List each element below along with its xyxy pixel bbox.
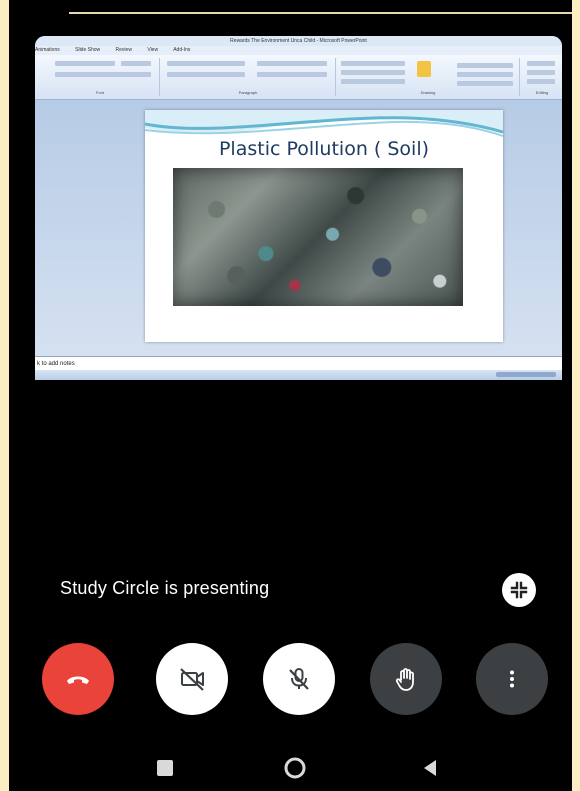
minimize-button[interactable] xyxy=(502,573,536,607)
nav-home-circle-icon xyxy=(284,757,306,779)
more-options-button[interactable] xyxy=(476,643,548,715)
ppt-notes-pane: k to add notes xyxy=(35,356,562,370)
camera-off-icon xyxy=(180,668,204,691)
mic-off-icon xyxy=(289,668,309,690)
presenter-status: Study Circle is presenting xyxy=(60,578,270,598)
ppt-menu-tab: View xyxy=(147,47,159,53)
ppt-status-bar xyxy=(35,370,562,380)
raise-hand-icon xyxy=(395,668,414,691)
home-button[interactable] xyxy=(282,755,308,781)
ribbon-group-label: Drawing xyxy=(420,90,436,95)
ppt-menu-tab: Animations xyxy=(35,47,60,53)
ribbon-group-label: Editing xyxy=(535,90,549,95)
end-call-button[interactable] xyxy=(42,643,114,715)
ppt-menu-tab: Slide Show xyxy=(75,47,101,53)
phone-hangup-icon xyxy=(67,676,89,684)
recents-button[interactable] xyxy=(152,755,178,781)
ppt-menu-tab: Add-Ins xyxy=(173,47,191,53)
slide-title: Plastic Pollution ( Soil) xyxy=(218,138,430,160)
call-controls xyxy=(9,643,572,717)
ribbon-group-font: Font xyxy=(41,58,160,96)
ppt-menu-tab: Review xyxy=(115,47,132,53)
phone-screen: Rewards The Environment Unca Child - Mic… xyxy=(9,0,572,791)
ppt-menu-bar: Animations Slide Show Review View Add-In… xyxy=(35,46,562,55)
nav-back-triangle-icon xyxy=(424,760,436,776)
ribbon-group-label: Paragraph xyxy=(238,90,258,95)
raise-hand-button[interactable] xyxy=(370,643,442,715)
more-vertical-icon xyxy=(510,670,514,688)
camera-toggle-button[interactable] xyxy=(156,643,228,715)
shared-powerpoint-screen: Rewards The Environment Unca Child - Mic… xyxy=(35,36,562,380)
ppt-ribbon: Font Paragraph Drawing Editing xyxy=(35,55,562,100)
ribbon-group-paragraph: Paragraph xyxy=(161,58,336,96)
ppt-window-title: Rewards The Environment Unca Child - Mic… xyxy=(35,36,562,46)
presentation-panel: Rewards The Environment Unca Child - Mic… xyxy=(35,36,562,620)
minimize-screen-icon xyxy=(510,581,528,599)
ppt-slide-area: Plastic Pollution ( Soil) xyxy=(35,100,562,356)
ribbon-group-label: Font xyxy=(95,90,104,95)
ribbon-group-drawing: Drawing xyxy=(337,58,520,96)
soil-pollution-photo xyxy=(173,168,463,306)
android-nav-bar xyxy=(9,745,572,791)
top-edge xyxy=(69,0,572,14)
mic-toggle-button[interactable] xyxy=(263,643,335,715)
nav-square-icon xyxy=(157,760,173,776)
slide: Plastic Pollution ( Soil) xyxy=(145,110,503,342)
ribbon-group-editing: Editing xyxy=(523,58,561,96)
back-button[interactable] xyxy=(417,755,443,781)
zoom-slider xyxy=(496,372,556,377)
